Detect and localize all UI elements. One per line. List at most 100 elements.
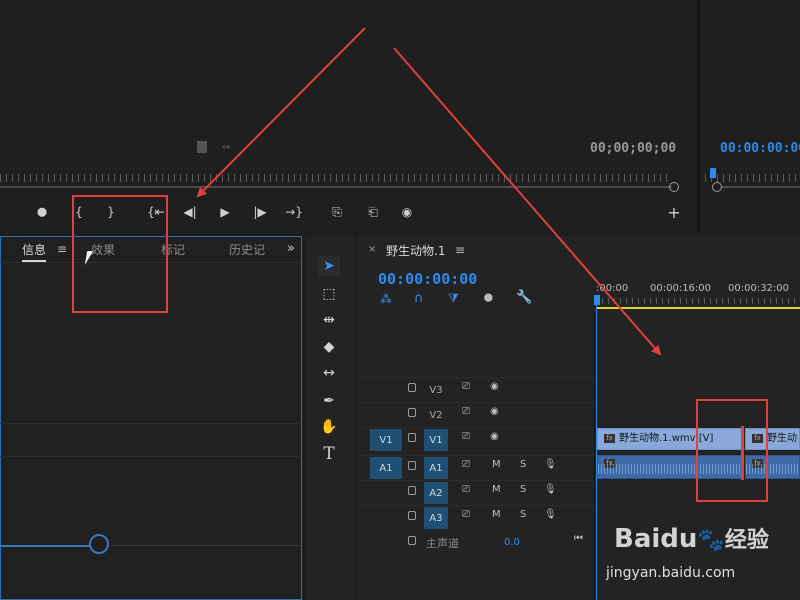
microphone-icon[interactable]: 🎙 [544, 509, 557, 520]
info-row-divider [0, 423, 300, 424]
master-value[interactable]: 0.0 [504, 537, 520, 548]
lock-icon[interactable] [408, 433, 416, 442]
snap-icon[interactable]: ∩ [414, 291, 424, 306]
tab-info[interactable]: 信息 [22, 241, 47, 262]
linked-selection-icon[interactable]: ⧩ [448, 291, 459, 306]
sync-camera-icon[interactable]: ⎚ [462, 509, 470, 520]
solo-toggle[interactable]: S [520, 484, 526, 495]
source-monitor-settings-icon[interactable] [197, 141, 207, 153]
selection-tool-icon[interactable]: ➤ [318, 256, 340, 276]
annotation-box-mark-in-out [72, 195, 168, 313]
sync-camera-icon[interactable]: ⎚ [462, 459, 470, 470]
info-row-divider [0, 456, 300, 457]
source-patch-a1[interactable]: A1 [370, 457, 402, 479]
track-row-a1: A1 A1 ⎚ M S 🎙 [360, 455, 596, 480]
source-patch-v1[interactable]: V1 [370, 429, 402, 451]
eye-icon[interactable]: ◉ [490, 431, 499, 442]
fx-badge: fx [604, 433, 615, 443]
nest-toggle-icon[interactable]: ⁂ [380, 292, 392, 306]
sync-camera-icon[interactable]: ⎚ [462, 431, 470, 442]
program-zoom-handle[interactable] [712, 182, 722, 192]
source-zoom-handle[interactable] [669, 182, 679, 192]
source-zoom-track[interactable] [0, 186, 672, 188]
tab-history[interactable]: 历史记 [229, 241, 265, 258]
ruler-label: 00:00:32:00 [728, 283, 790, 294]
master-label: 主声道 [426, 537, 459, 550]
insert-icon[interactable]: ⎘ [328, 204, 346, 220]
sync-camera-icon[interactable]: ⎚ [462, 381, 470, 392]
overwrite-icon[interactable]: ⎗ [364, 204, 382, 220]
track-name-a3[interactable]: A3 [424, 507, 448, 529]
sequence-menu-icon[interactable]: ≡ [455, 243, 465, 257]
track-name-v3[interactable]: V3 [424, 379, 448, 401]
timeline-timecode[interactable]: 00:00:00:00 [378, 270, 477, 288]
go-to-out-icon[interactable]: →} [285, 204, 303, 220]
watermark-logo: Baidu🐾经验 [614, 524, 769, 554]
work-area-bar[interactable] [596, 307, 800, 309]
track-select-tool-icon[interactable]: ⬚ [318, 284, 340, 304]
export-frame-icon[interactable]: ◉ [398, 204, 416, 220]
track-row-v1: V1 V1 ⎚ ◉ [360, 427, 596, 452]
sequence-tab[interactable]: 野生动物.1 [386, 242, 445, 259]
mute-toggle[interactable]: M [492, 484, 501, 495]
lock-icon[interactable] [408, 511, 416, 520]
timeline-close-icon[interactable]: × [368, 244, 376, 255]
microphone-icon[interactable]: 🎙 [544, 459, 557, 470]
lock-icon[interactable] [408, 383, 416, 392]
program-monitor [700, 0, 800, 232]
solo-toggle[interactable]: S [520, 459, 526, 470]
lock-icon[interactable] [408, 461, 416, 470]
track-name-v1[interactable]: V1 [424, 429, 448, 451]
eye-icon[interactable]: ◉ [490, 406, 499, 417]
add-marker-icon[interactable]: ⯃ [484, 292, 493, 306]
track-row-master: 主声道 0.0 ⏮ [360, 531, 596, 555]
mute-toggle[interactable]: M [492, 459, 501, 470]
slip-tool-icon[interactable]: ↔ [318, 363, 340, 383]
track-name-a1[interactable]: A1 [424, 457, 448, 479]
razor-tool-icon[interactable]: ◆ [318, 337, 340, 357]
source-time-ruler[interactable] [0, 174, 672, 182]
annotation-box-edit-point [696, 399, 768, 502]
pen-tool-icon[interactable]: ✒ [318, 391, 340, 411]
video-clip-2-label: 野生动 [767, 433, 797, 444]
go-to-end-icon[interactable]: ⏮ [574, 533, 583, 544]
solo-toggle[interactable]: S [520, 509, 526, 520]
program-zoom-track[interactable] [722, 186, 800, 188]
sync-camera-icon[interactable]: ⎚ [462, 406, 470, 417]
timeline-settings-icon[interactable]: 🔧 [516, 290, 532, 305]
paw-icon: 🐾 [697, 528, 725, 553]
track-header-divider [594, 312, 595, 600]
program-playhead[interactable] [710, 168, 716, 178]
timeline-ruler[interactable] [596, 298, 800, 304]
add-marker-icon[interactable]: ⯃ [33, 205, 51, 221]
track-row-a3: A3 ⎚ M S 🎙 [360, 505, 596, 530]
program-timecode[interactable]: 00:00:00:00 [720, 141, 800, 156]
button-editor-plus-icon[interactable]: + [665, 203, 683, 222]
track-name-v2[interactable]: V2 [424, 404, 448, 426]
play-icon[interactable]: ▶ [216, 204, 234, 220]
zoom-slider-handle[interactable] [89, 534, 109, 554]
mute-toggle[interactable]: M [492, 509, 501, 520]
program-time-ruler[interactable] [705, 174, 800, 182]
zoom-slider-track[interactable] [0, 545, 90, 547]
step-forward-icon[interactable]: |▶ [251, 204, 269, 220]
track-name-a2[interactable]: A2 [424, 482, 448, 504]
step-back-icon[interactable]: ◀| [181, 204, 199, 220]
lock-icon[interactable] [408, 536, 416, 545]
hand-tool-icon[interactable]: ✋ [318, 417, 340, 437]
lock-icon[interactable] [408, 408, 416, 417]
ruler-label: 00:00:16:00 [650, 283, 712, 294]
track-row-v3: V3 ⎚ ◉ [360, 377, 596, 402]
eye-icon[interactable]: ◉ [490, 381, 499, 392]
panel-overflow-icon[interactable]: » [287, 241, 295, 256]
source-drag-icon[interactable]: ⇔ [222, 142, 230, 153]
ruler-label: :00:00 [596, 283, 629, 294]
lock-icon[interactable] [408, 486, 416, 495]
microphone-icon[interactable]: 🎙 [544, 484, 557, 495]
timeline-playhead[interactable] [594, 295, 600, 305]
sync-camera-icon[interactable]: ⎚ [462, 484, 470, 495]
tab-info-menu-icon[interactable]: ≡ [57, 242, 67, 256]
type-tool-icon[interactable]: T [318, 444, 340, 464]
ripple-edit-tool-icon[interactable]: ⇹ [318, 310, 340, 330]
source-timecode[interactable]: 00;00;00;00 [590, 141, 676, 156]
